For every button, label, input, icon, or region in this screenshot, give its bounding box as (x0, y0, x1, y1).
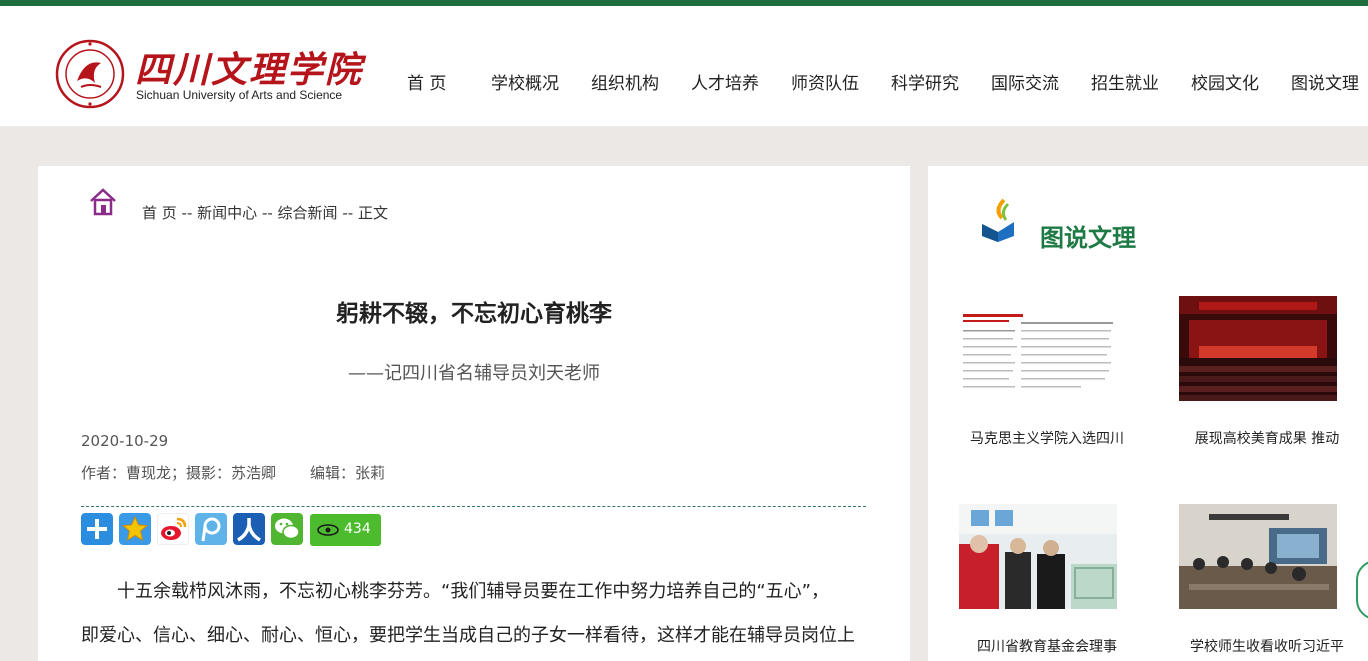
card-thumbnail-visit (959, 504, 1117, 609)
view-count-badge: 434 (310, 514, 381, 546)
article-author: 作者：曹现龙；摄影：苏浩卿 (81, 464, 277, 482)
card-thumbnail-meeting (1179, 504, 1337, 609)
nav-talent-training[interactable]: 人才培养 (691, 69, 759, 94)
picture-news-sidebar: 图说文理 马克思主义学院入选四川 展现高校美育成果 推动 四川省教育基金会理事 … (928, 166, 1368, 661)
article-subtitle: ——记四川省名辅导员刘天老师 (348, 363, 600, 384)
article-paragraph: 即爱心、信心、细心、耐心、恒心，要把学生当成自己的子女一样看待，这样才能在辅导员… (81, 625, 855, 646)
nav-home[interactable]: 首 页 (407, 69, 446, 94)
article-byline: 作者：曹现龙；摄影：苏浩卿 编辑：张莉 (81, 462, 385, 483)
nav-research[interactable]: 科学研究 (891, 69, 959, 94)
nav-organization[interactable]: 组织机构 (591, 69, 659, 94)
nav-picture-news[interactable]: 图说文理 (1291, 69, 1359, 94)
view-count: 434 (344, 521, 371, 537)
article-date: 2020-10-29 (81, 432, 169, 450)
breadcrumb-news-center[interactable]: 新闻中心 (197, 204, 257, 222)
card-caption[interactable]: 学校师生收看收听习近平 (1179, 636, 1355, 656)
nav-faculty[interactable]: 师资队伍 (791, 69, 859, 94)
sidebar-title: 图说文理 (1040, 224, 1136, 252)
logo-english-name: Sichuan University of Arts and Science (136, 88, 343, 102)
site-logo[interactable]: 四川文理学院 Sichuan University of Arts and Sc… (55, 39, 375, 109)
breadcrumb-separator: -- (176, 204, 198, 222)
nav-campus-culture[interactable]: 校园文化 (1191, 69, 1259, 94)
breadcrumb-separator: -- (257, 204, 278, 222)
plus-icon[interactable] (81, 513, 113, 545)
logo-chinese-name: 四川文理学院 (135, 49, 364, 91)
card-caption[interactable]: 马克思主义学院入选四川 (959, 428, 1135, 448)
article-title: 躬耕不辍，不忘初心育桃李 (336, 301, 612, 327)
nav-school-overview[interactable]: 学校概况 (491, 69, 559, 94)
article-editor: 编辑：张莉 (310, 464, 386, 482)
home-icon[interactable] (88, 187, 118, 217)
breadcrumb-home[interactable]: 首 页 (142, 204, 177, 222)
card-caption[interactable]: 四川省教育基金会理事 (959, 636, 1135, 656)
card-thumbnail-document (959, 296, 1117, 401)
site-header: 四川文理学院 Sichuan University of Arts and Sc… (0, 6, 1368, 126)
article-panel: 首 页 -- 新闻中心 -- 综合新闻 -- 正文 躬耕不辍，不忘初心育桃李 —… (38, 166, 910, 661)
breadcrumb-general-news[interactable]: 综合新闻 (278, 204, 338, 222)
book-logo-icon (982, 198, 1014, 242)
article-paragraph: 十五余载栉风沐雨，不忘初心桃李芬芳。“我们辅导员要在工作中努力培养自己的“五心”… (117, 581, 829, 602)
university-seal-icon (55, 39, 125, 109)
breadcrumb-current: 正文 (357, 204, 388, 222)
card-caption[interactable]: 展现高校美育成果 推动 (1179, 428, 1355, 448)
eye-icon (317, 524, 339, 536)
wechat-icon[interactable] (271, 513, 303, 545)
tencent-weibo-icon[interactable] (195, 513, 227, 545)
qzone-star-icon[interactable] (119, 513, 151, 545)
weibo-icon[interactable] (157, 513, 189, 545)
nav-international[interactable]: 国际交流 (991, 69, 1059, 94)
renren-icon[interactable] (233, 513, 265, 545)
breadcrumb-separator: -- (337, 204, 358, 222)
breadcrumb: 首 页 -- 新闻中心 -- 综合新闻 -- 正文 (142, 202, 388, 223)
card-thumbnail-auditorium (1179, 296, 1337, 401)
nav-admissions[interactable]: 招生就业 (1091, 69, 1159, 94)
divider (81, 506, 866, 507)
